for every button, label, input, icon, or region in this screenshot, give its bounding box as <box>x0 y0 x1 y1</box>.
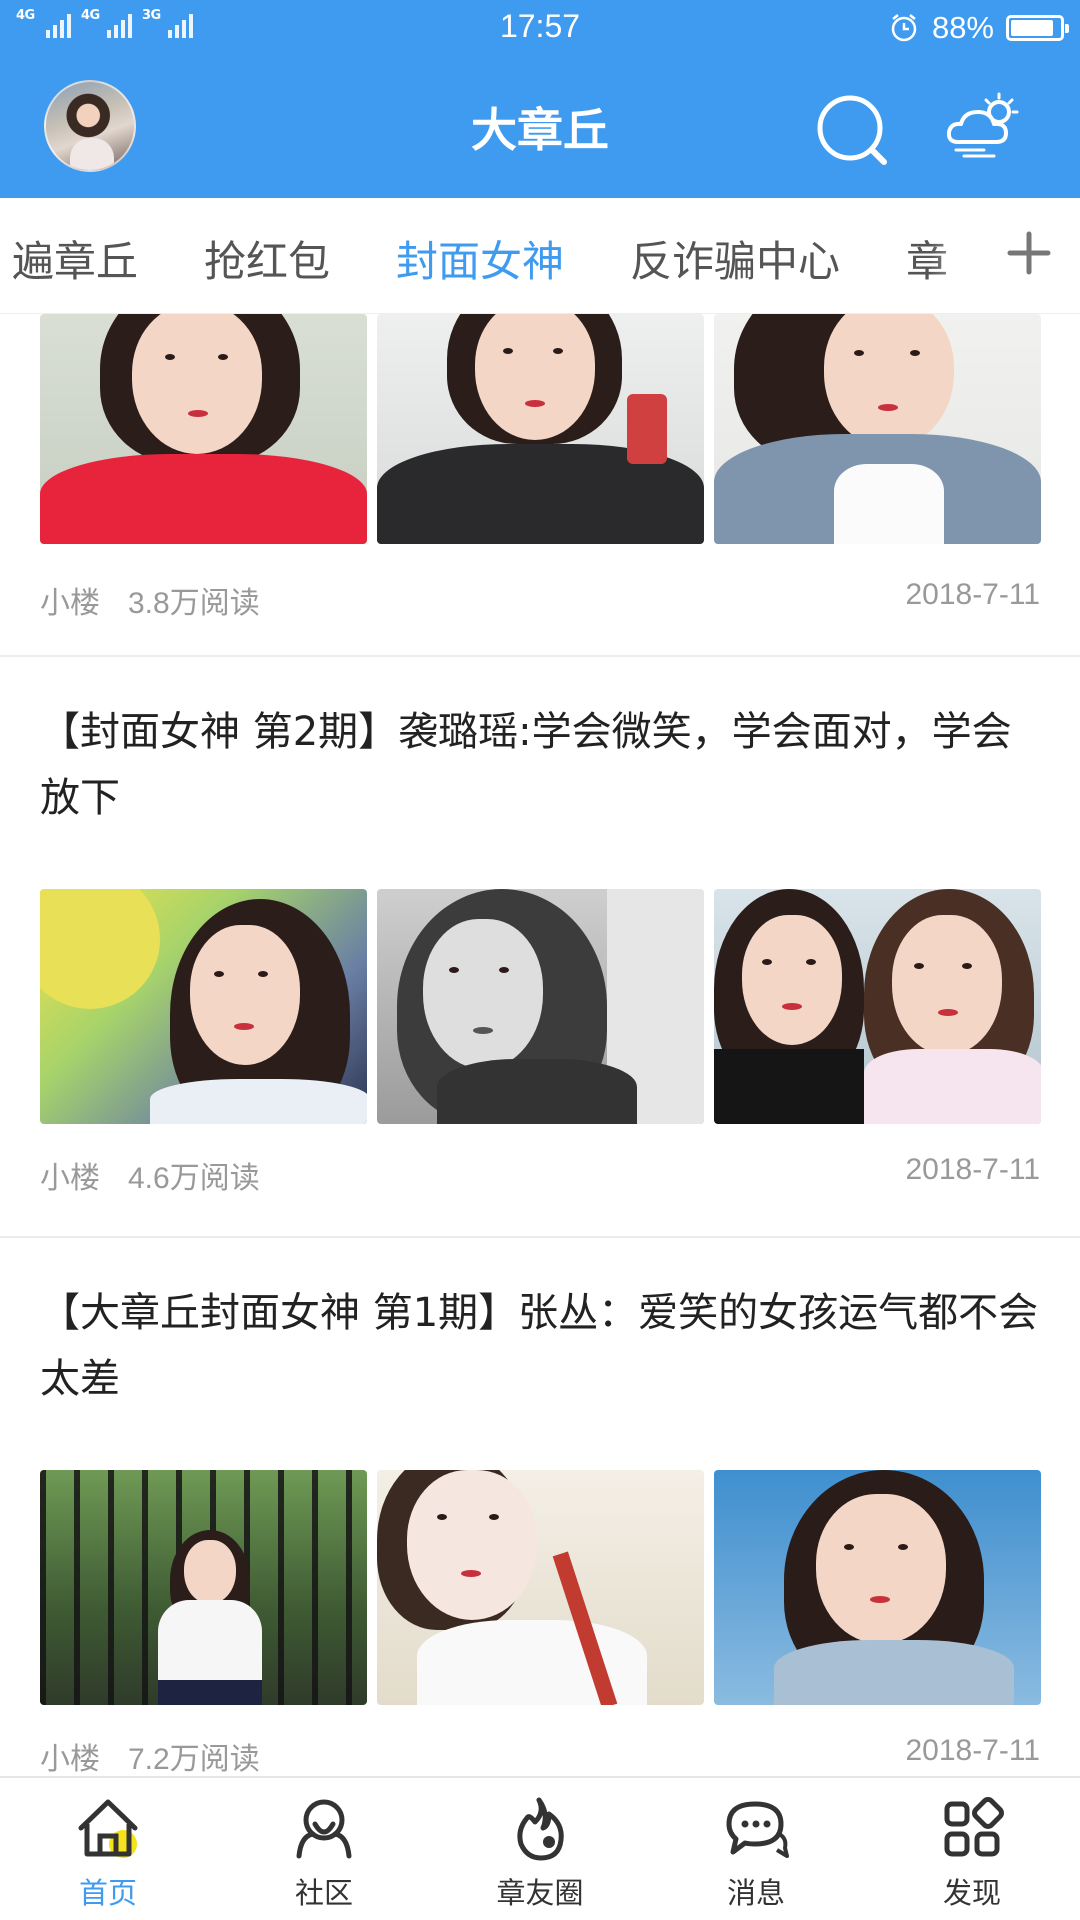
channel-tabs: 遍章丘 抢红包 封面女神 反诈骗中心 章 <box>0 198 1080 314</box>
home-icon <box>78 1799 138 1858</box>
discover-icon <box>944 1797 1004 1857</box>
page-title: 大章丘 <box>471 103 609 157</box>
read-count: 4.6万阅读 <box>128 1162 260 1195</box>
search-icon[interactable] <box>812 90 892 170</box>
thumbnail-image[interactable] <box>377 1470 704 1705</box>
status-bar: 4G 4G 3G 17:57 88% <box>0 0 1080 56</box>
thumbnail-image[interactable] <box>714 314 1041 544</box>
publish-date: 2018-7-11 <box>905 1153 1040 1186</box>
nav-community[interactable]: 社区 <box>216 1778 432 1920</box>
flame-icon <box>517 1797 564 1861</box>
nav-home[interactable]: 首页 <box>0 1778 216 1920</box>
bottom-nav: 首页 社区 章友圈 消息 发现 <box>0 1776 1080 1920</box>
nav-label: 发现 <box>942 1876 1001 1910</box>
article-meta: 小楼 3.8万阅读 2018-7-11 <box>0 578 1080 622</box>
article-title[interactable]: 【大章丘封面女神 第1期】张丛：爱笑的女孩运气都不会太差 <box>0 1280 1080 1412</box>
read-count: 7.2万阅读 <box>128 1743 260 1776</box>
status-right: 88% <box>888 10 1069 46</box>
article-meta: 小楼 7.2万阅读 2018-7-11 <box>0 1734 1080 1776</box>
thumbnail-row <box>0 314 1080 544</box>
community-icon <box>296 1799 352 1859</box>
nav-messages[interactable]: 消息 <box>648 1778 864 1920</box>
thumbnail-image[interactable] <box>40 1470 367 1705</box>
message-icon <box>726 1801 789 1858</box>
thumbnail-image[interactable] <box>377 314 704 544</box>
nav-label: 社区 <box>294 1876 353 1910</box>
alarm-icon <box>891 14 917 42</box>
author-name: 小楼 <box>40 587 100 620</box>
nav-label: 首页 <box>78 1876 137 1910</box>
thumbnail-row <box>0 1470 1080 1705</box>
top-bar: 4G 4G 3G 17:57 88% 大章丘 <box>0 0 1080 198</box>
article-card[interactable]: 【封面女神 第2期】袭璐瑶:学会微笑，学会面对，学会放下 小楼 4.6万阅读 2… <box>0 657 1080 1238</box>
author-name: 小楼 <box>40 1743 100 1776</box>
nav-friends-circle[interactable]: 章友圈 <box>432 1778 648 1920</box>
tab-red-packet[interactable]: 抢红包 <box>204 228 330 289</box>
article-card[interactable]: 【大章丘封面女神 第1期】张丛：爱笑的女孩运气都不会太差 小楼 7.2万阅读 2… <box>0 1238 1080 1776</box>
thumbnail-image[interactable] <box>714 1470 1041 1705</box>
nav-label: 章友圈 <box>496 1876 584 1910</box>
publish-date: 2018-7-11 <box>905 578 1040 611</box>
tab-anti-fraud[interactable]: 反诈骗中心 <box>630 228 840 289</box>
article-feed: 小楼 3.8万阅读 2018-7-11 【封面女神 第2期】袭璐瑶:学会微笑，学会… <box>0 314 1080 1776</box>
battery-percent: 88% <box>931 10 994 45</box>
thumbnail-image[interactable] <box>377 889 704 1124</box>
thumbnail-image[interactable] <box>714 889 1041 1124</box>
weather-icon[interactable] <box>944 90 1024 160</box>
nav-discover[interactable]: 发现 <box>864 1778 1080 1920</box>
tab-cover-goddess[interactable]: 封面女神 <box>396 228 564 289</box>
author-name: 小楼 <box>40 1162 100 1195</box>
thumbnail-image[interactable] <box>40 889 367 1124</box>
battery-level <box>1011 20 1054 36</box>
publish-date: 2018-7-11 <box>905 1734 1040 1767</box>
thumbnail-row <box>0 889 1080 1124</box>
nav-label: 消息 <box>726 1876 785 1910</box>
read-count: 3.8万阅读 <box>128 587 260 620</box>
article-meta: 小楼 4.6万阅读 2018-7-11 <box>0 1153 1080 1197</box>
battery-icon <box>1006 15 1069 41</box>
tab-bianzhangqiu[interactable]: 遍章丘 <box>12 228 138 289</box>
article-title[interactable]: 【封面女神 第2期】袭璐瑶:学会微笑，学会面对，学会放下 <box>0 699 1080 831</box>
tab-list: 遍章丘 抢红包 封面女神 反诈骗中心 章 <box>12 228 948 289</box>
app-header: 大章丘 <box>0 56 1080 198</box>
thumbnail-image[interactable] <box>40 314 367 544</box>
article-card[interactable]: 小楼 3.8万阅读 2018-7-11 <box>0 314 1080 657</box>
add-channel-icon[interactable] <box>1004 228 1054 278</box>
